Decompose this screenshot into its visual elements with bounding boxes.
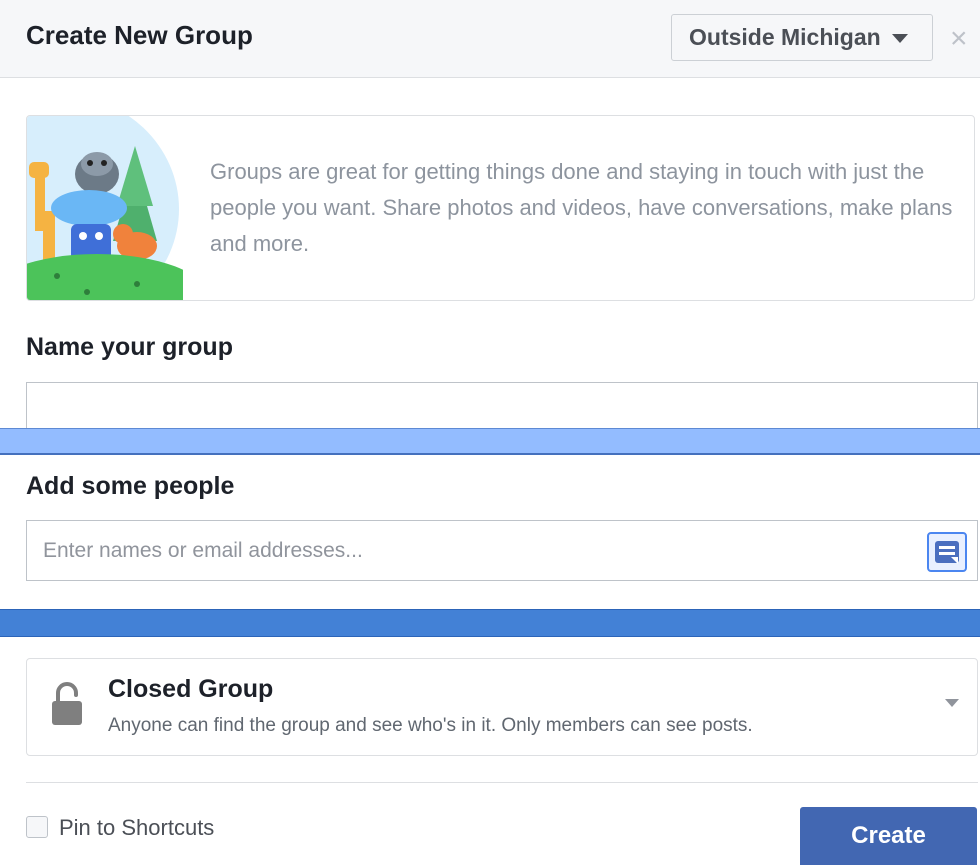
name-group-label: Name your group <box>26 333 233 361</box>
add-people-label: Add some people <box>26 472 235 500</box>
pin-to-shortcuts-label[interactable]: Pin to Shortcuts <box>59 815 214 841</box>
add-people-field <box>26 520 978 581</box>
intro-card: Groups are great for getting things done… <box>26 115 975 301</box>
lock-icon <box>52 682 82 725</box>
caret-down-icon <box>891 34 908 43</box>
add-people-input[interactable] <box>41 521 921 580</box>
privacy-selector[interactable]: Closed Group Anyone can find the group a… <box>26 658 978 756</box>
highlight-band-light <box>0 428 980 455</box>
dialog-header: Create New Group Outside Michigan × <box>0 0 980 78</box>
create-button[interactable]: Create <box>800 807 977 865</box>
chevron-down-icon <box>945 699 959 707</box>
privacy-title: Closed Group <box>108 675 274 703</box>
close-icon[interactable]: × <box>950 22 980 56</box>
intro-description: Groups are great for getting things done… <box>210 159 953 256</box>
footer-divider <box>26 782 978 783</box>
dialog-title: Create New Group <box>26 20 253 50</box>
contact-picker-icon[interactable] <box>927 532 967 572</box>
region-selector-button[interactable]: Outside Michigan <box>671 14 933 61</box>
pin-to-shortcuts-checkbox[interactable] <box>26 816 48 838</box>
region-selector-label: Outside Michigan <box>689 24 881 50</box>
highlight-band-dark <box>0 609 980 637</box>
privacy-description: Anyone can find the group and see who's … <box>108 715 753 736</box>
groups-illustration <box>27 116 183 300</box>
